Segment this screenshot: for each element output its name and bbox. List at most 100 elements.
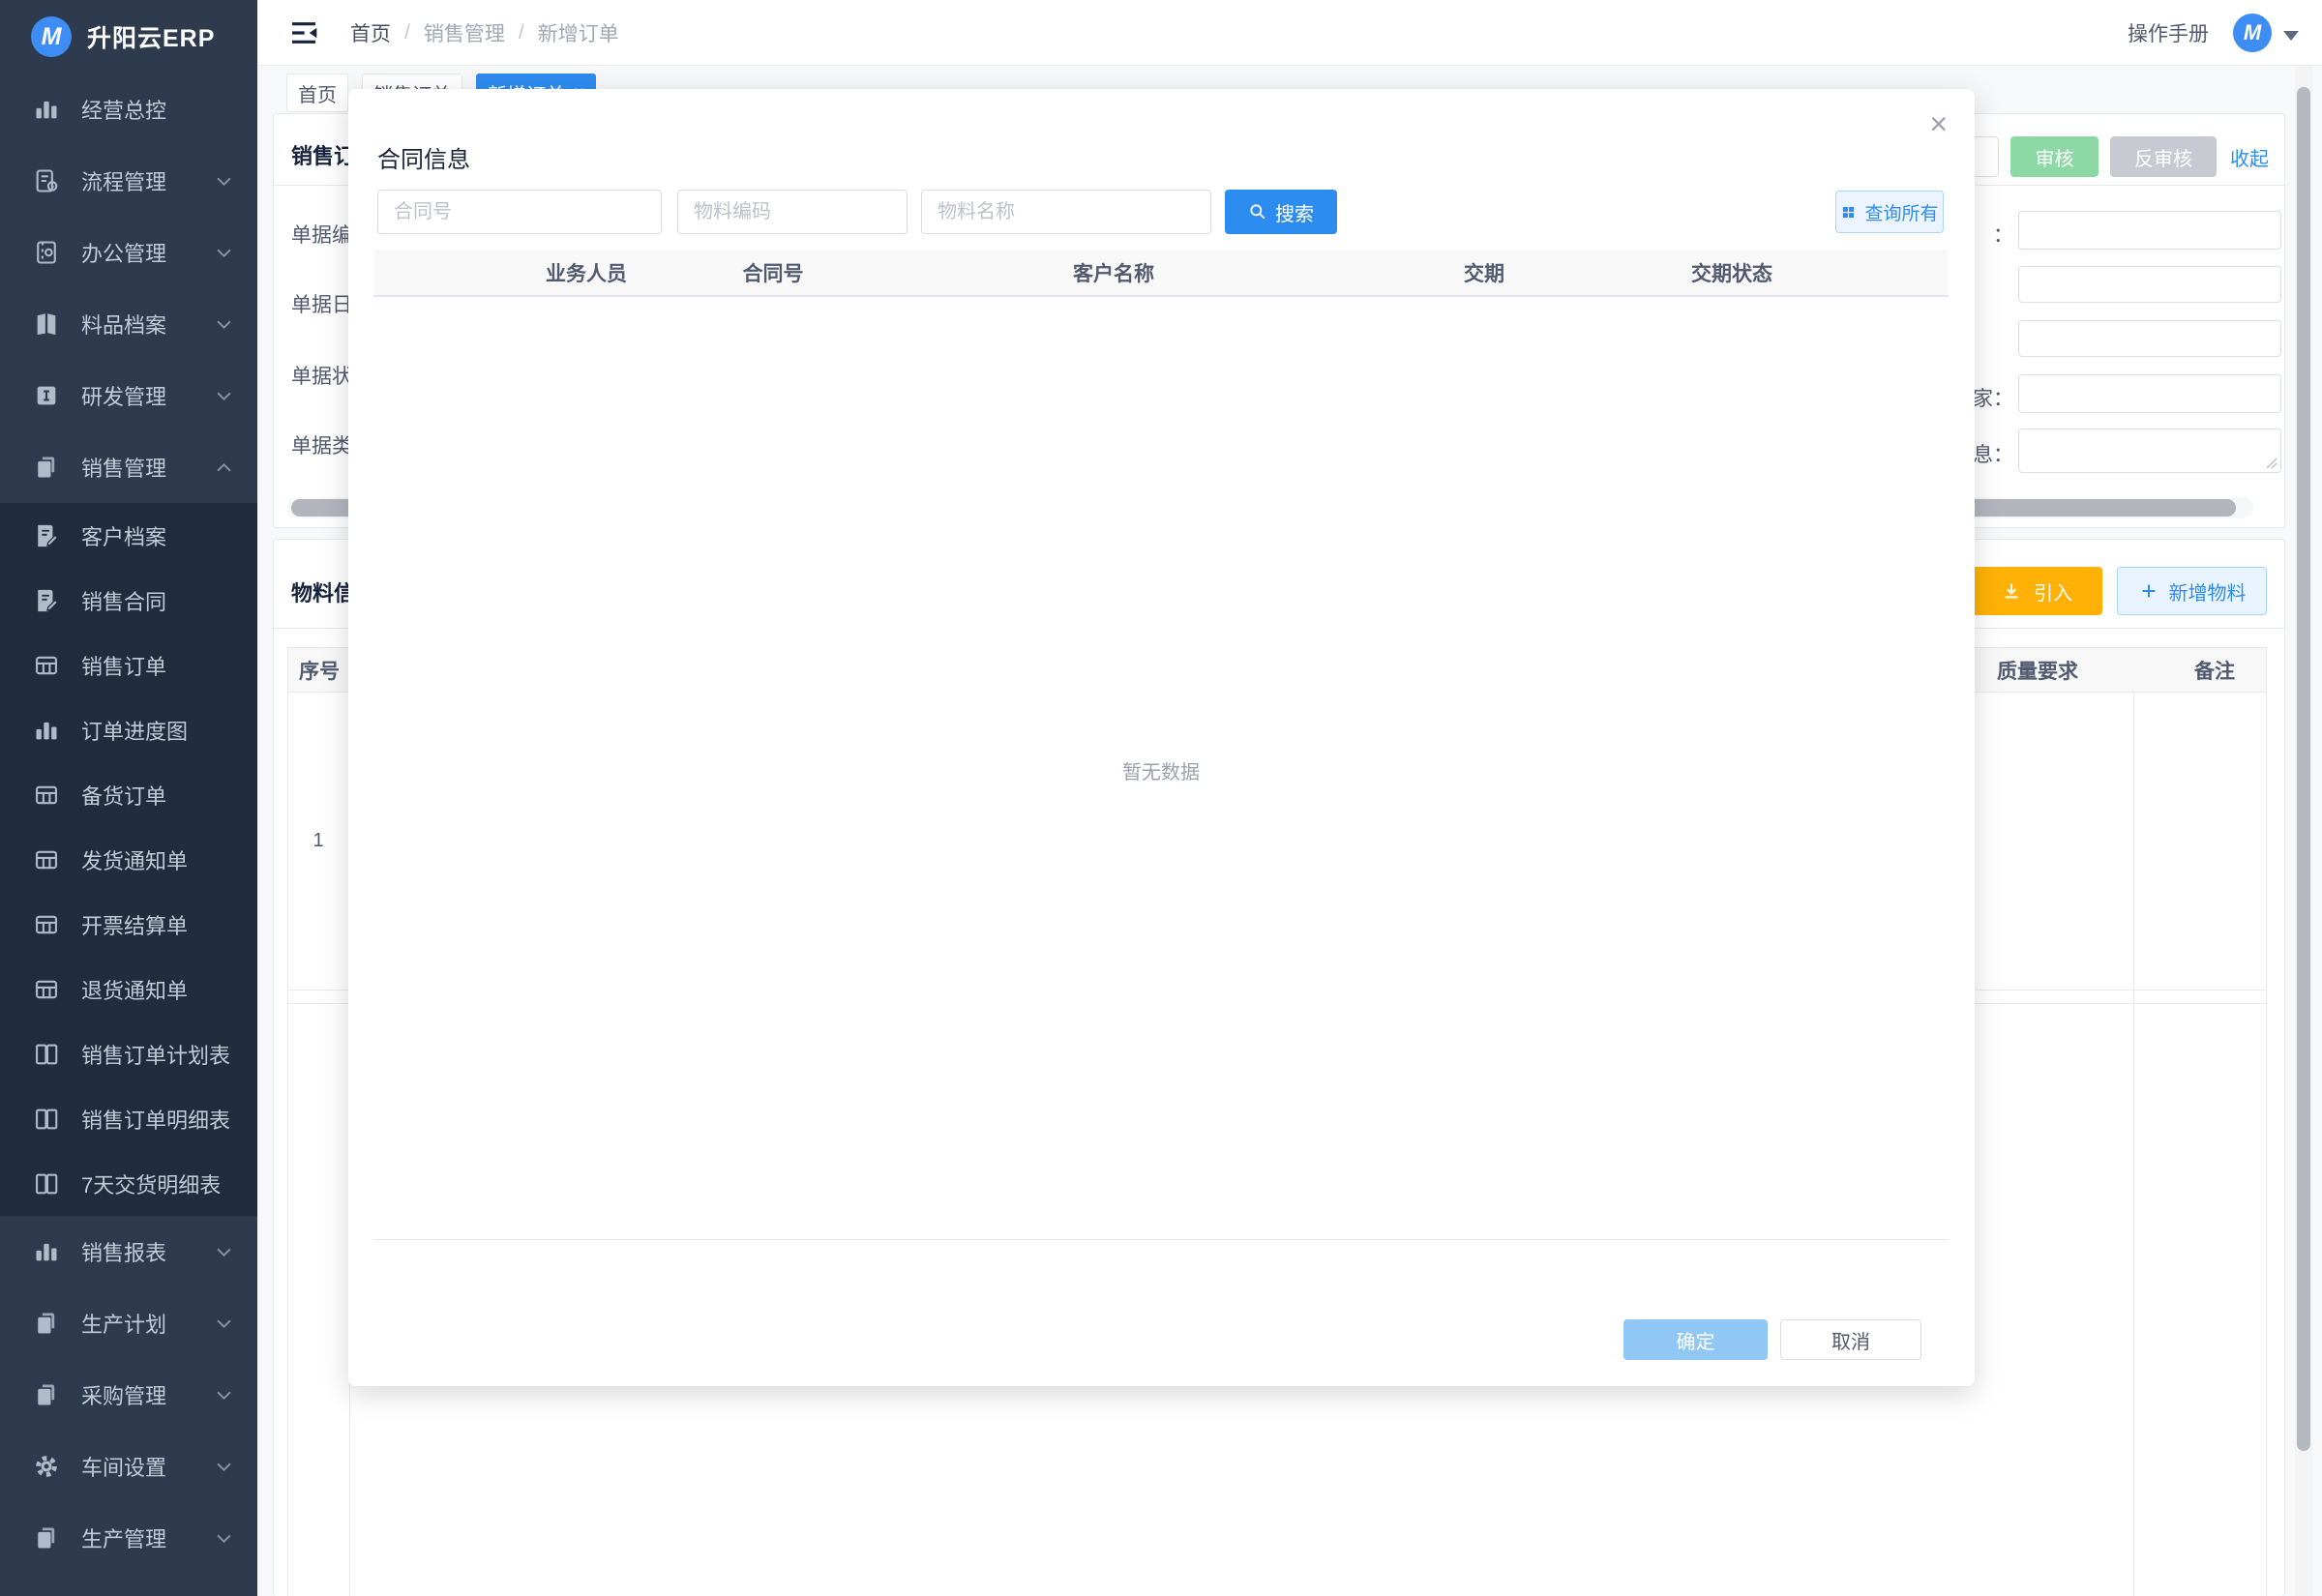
app-screen: M 升阳云ERP 经营总控 流程管理 办公管理 料品档案 [0, 0, 2322, 1596]
sidebar-item-label: 生产计划 [81, 1308, 166, 1339]
material-code-input[interactable] [677, 190, 908, 234]
sidebar-item-label: 办公管理 [81, 237, 166, 268]
vertical-scrollbar-thumb[interactable] [2297, 87, 2310, 1451]
breadcrumb: 首页 / 销售管理 / 新增订单 [350, 0, 619, 66]
material-name-input[interactable] [921, 190, 1211, 234]
sidebar-item-label: 发货通知单 [81, 844, 188, 875]
column-delivery-status: 交期状态 [1691, 250, 1772, 295]
user-avatar[interactable]: M [2233, 14, 2272, 52]
breadcrumb-separator: / [404, 21, 410, 44]
confirm-button[interactable]: 确定 [1623, 1319, 1768, 1360]
breadcrumb-separator: / [519, 21, 524, 44]
info-square-icon [33, 382, 60, 409]
sidebar-item-label: 备货订单 [81, 780, 166, 811]
sidebar-item-shipping-notice[interactable]: 发货通知单 [0, 827, 257, 892]
sidebar-item-office-mgmt[interactable]: 办公管理 [0, 217, 257, 288]
sidebar-item-process-mgmt[interactable]: 流程管理 [0, 145, 257, 217]
sidebar-item-label: 7天交货明细表 [81, 1168, 221, 1199]
search-button-label: 搜索 [1275, 198, 1314, 226]
sidebar-item-order-progress[interactable]: 订单进度图 [0, 697, 257, 762]
table-border [2266, 693, 2267, 1596]
contract-info-modal: × 合同信息 搜索 查询所有 业务人员 合同号 客户名称 交期 交期状态 暂无数… [348, 89, 1975, 1386]
chevron-down-icon [216, 1533, 232, 1544]
sidebar-item-label: 销售订单计划表 [81, 1039, 230, 1070]
sidebar-item-sales-report[interactable]: 销售报表 [0, 1216, 257, 1287]
country-input[interactable] [2018, 374, 2281, 413]
chevron-down-icon [216, 391, 232, 401]
column-salesperson: 业务人员 [546, 250, 627, 295]
sidebar-item-label: 流程管理 [81, 165, 166, 196]
sidebar-item-sales-order-plan[interactable]: 销售订单计划表 [0, 1021, 257, 1086]
right-input-1[interactable] [2018, 211, 2281, 250]
sidebar-item-rd-mgmt[interactable]: 研发管理 [0, 360, 257, 431]
sidebar-item-stock-order[interactable]: 备货订单 [0, 762, 257, 827]
manual-link[interactable]: 操作手册 [2128, 0, 2209, 66]
sidebar-nav: 经营总控 流程管理 办公管理 料品档案 研发管理 [0, 74, 257, 1596]
sidebar-item-customer-archives[interactable]: 客户档案 [0, 503, 257, 568]
gear-icon [33, 1453, 60, 1480]
sidebar-item-processing-workshop[interactable]: 加工车间 [0, 1574, 257, 1596]
sidebar-item-business-overview[interactable]: 经营总控 [0, 74, 257, 145]
search-button[interactable]: 搜索 [1225, 190, 1337, 234]
column-customer-name: 客户名称 [1073, 250, 1154, 295]
sidebar-item-label: 经营总控 [81, 94, 166, 125]
sidebar-item-return-notice[interactable]: 退货通知单 [0, 957, 257, 1021]
contract-no-input[interactable] [377, 190, 662, 234]
chevron-down-icon [216, 319, 232, 330]
app-logo: M 升阳云ERP [0, 0, 257, 74]
unaudit-button[interactable]: 反审核 [2110, 136, 2217, 177]
sidebar-item-invoice-settlement[interactable]: 开票结算单 [0, 892, 257, 957]
top-header: 首页 / 销售管理 / 新增订单 操作手册 M [257, 0, 2322, 66]
column-delivery-date: 交期 [1464, 250, 1504, 295]
sidebar-item-material-archives[interactable]: 料品档案 [0, 288, 257, 360]
audit-button[interactable]: 审核 [2010, 136, 2099, 177]
sidebar-item-label: 退货通知单 [81, 974, 188, 1005]
sidebar-item-sales-contract[interactable]: 销售合同 [0, 568, 257, 633]
open-book-icon [33, 1041, 60, 1068]
table-icon [33, 911, 60, 938]
sidebar-item-production-mgmt[interactable]: 生产管理 [0, 1502, 257, 1574]
resize-handle-icon[interactable] [2266, 458, 2277, 469]
sidebar-item-sales-order-detail[interactable]: 销售订单明细表 [0, 1086, 257, 1151]
pages-icon [33, 454, 60, 481]
sidebar-item-sales-mgmt[interactable]: 销售管理 [0, 431, 257, 503]
sidebar-item-purchase-mgmt[interactable]: 采购管理 [0, 1359, 257, 1431]
breadcrumb-section[interactable]: 销售管理 [424, 18, 505, 47]
add-material-button[interactable]: 新增物料 [2117, 567, 2267, 615]
modal-close-icon[interactable]: × [1929, 108, 1948, 139]
info-textarea[interactable] [2018, 429, 2281, 473]
collapse-link[interactable]: 收起 [2230, 143, 2269, 171]
sidebar-item-label: 生产管理 [81, 1522, 166, 1553]
chevron-down-icon [216, 248, 232, 258]
flow-document-icon [33, 167, 60, 194]
query-all-button[interactable]: 查询所有 [1835, 191, 1944, 233]
chevron-down-icon [216, 176, 232, 187]
chevron-down-icon [216, 1462, 232, 1472]
sidebar-item-label: 销售管理 [81, 452, 166, 483]
query-all-label: 查询所有 [1864, 199, 1938, 225]
column-contract-no: 合同号 [743, 250, 804, 295]
sidebar-item-label: 开票结算单 [81, 909, 188, 940]
sidebar-item-production-plan[interactable]: 生产计划 [0, 1287, 257, 1359]
row-index-cell: 1 [287, 830, 349, 852]
right-input-2[interactable] [2018, 266, 2281, 303]
user-menu-caret-icon[interactable] [2283, 31, 2299, 41]
breadcrumb-home[interactable]: 首页 [350, 18, 391, 47]
app-logo-icon: M [31, 16, 72, 57]
pages-icon [33, 1310, 60, 1337]
right-input-3[interactable] [2018, 320, 2281, 357]
sidebar: M 升阳云ERP 经营总控 流程管理 办公管理 料品档案 [0, 0, 257, 1596]
sidebar-item-workshop-settings[interactable]: 车间设置 [0, 1431, 257, 1502]
table-icon [33, 976, 60, 1003]
tab-home[interactable]: 首页 [286, 74, 348, 112]
bar-chart-icon [33, 717, 60, 744]
document-edit-icon [33, 522, 60, 549]
import-button[interactable]: 引入 [1971, 567, 2102, 615]
chevron-down-icon [216, 1318, 232, 1329]
sidebar-item-7day-delivery-detail[interactable]: 7天交货明细表 [0, 1151, 257, 1216]
sidebar-item-label: 料品档案 [81, 309, 166, 340]
menu-fold-icon[interactable] [288, 17, 319, 48]
column-quality: 质量要求 [1997, 648, 2078, 692]
sidebar-item-sales-order[interactable]: 销售订单 [0, 633, 257, 697]
cancel-button[interactable]: 取消 [1780, 1319, 1921, 1360]
